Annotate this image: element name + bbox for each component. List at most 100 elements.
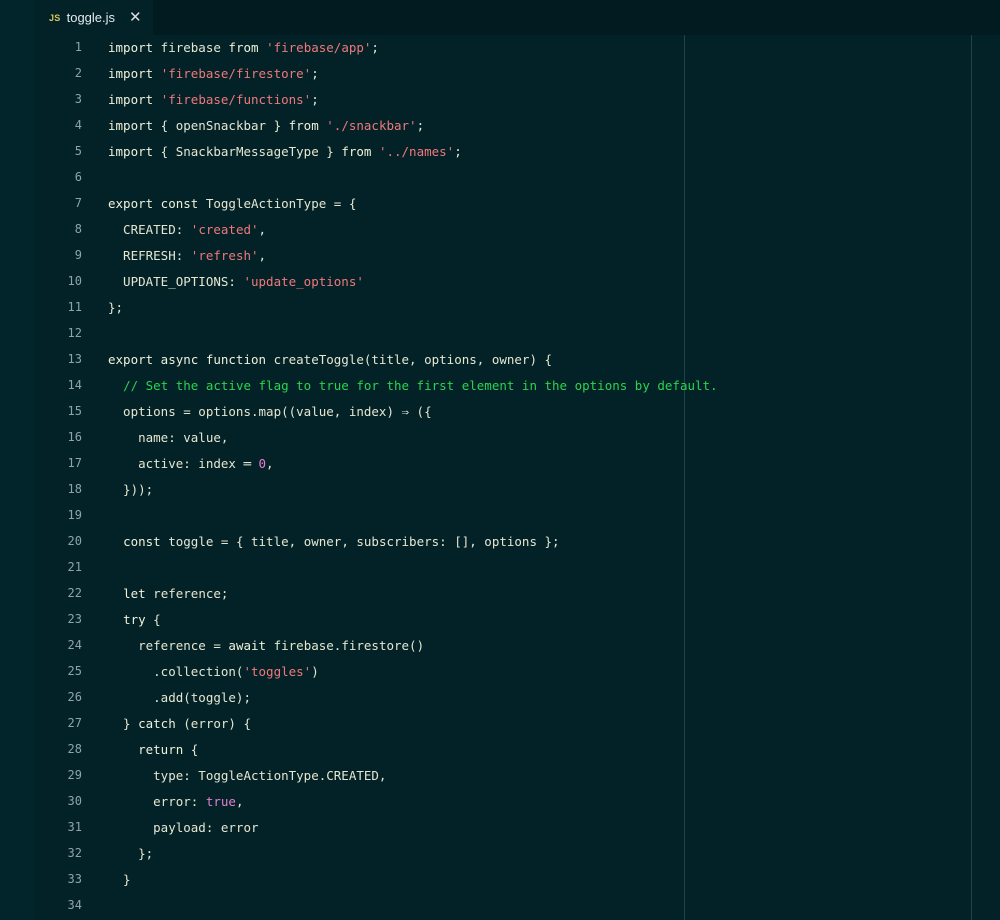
code-token: // Set the active flag to true for the f… <box>123 377 718 393</box>
code-text: import 'firebase/functions'; <box>108 92 319 107</box>
code-line: 12 <box>35 320 1000 346</box>
javascript-file-icon: JS <box>49 12 61 23</box>
code-token: 'firebase/app' <box>266 39 372 55</box>
code-token: return <box>138 741 184 757</box>
code-line: 27 } catch (error) { <box>35 710 1000 736</box>
code-text: const toggle = { title, owner, subscribe… <box>108 534 560 549</box>
code-token: { <box>183 741 199 757</box>
code-line: 29 type: ToggleActionType.CREATED, <box>35 762 1000 788</box>
code-token: firebase.firestore() <box>266 637 425 653</box>
line-number: 21 <box>67 560 82 574</box>
line-number: 20 <box>67 534 82 548</box>
code-text: })); <box>108 482 153 497</box>
code-token: payload: error <box>108 819 259 835</box>
line-number: 1 <box>74 40 82 54</box>
line-number: 16 <box>67 430 82 444</box>
code-text: } <box>108 872 131 887</box>
code-text: }; <box>108 846 153 861</box>
code-line: 8 CREATED: 'created', <box>35 216 1000 242</box>
code-line: 34 <box>35 892 1000 918</box>
code-line: 32 }; <box>35 840 1000 866</box>
line-number: 34 <box>67 898 82 912</box>
code-token: name: value, <box>108 429 229 445</box>
code-token: }; <box>108 299 124 315</box>
line-number: 13 <box>67 352 82 366</box>
code-text: error: true, <box>108 794 243 809</box>
code-text: reference = await firebase.firestore() <box>108 638 424 653</box>
code-token: import <box>108 39 154 55</box>
code-token: { openSnackbar } <box>153 117 289 133</box>
code-text: CREATED: 'created', <box>108 222 266 237</box>
code-line: 11}; <box>35 294 1000 320</box>
code-token: 'firebase/functions' <box>160 91 312 107</box>
close-icon[interactable]: ✕ <box>129 10 142 25</box>
code-token: 0 <box>258 455 267 471</box>
code-line: 33 } <box>35 866 1000 892</box>
code-token: 'refresh' <box>190 247 259 263</box>
code-token: from <box>228 39 259 55</box>
code-token: })); <box>108 481 154 497</box>
code-line: 4 import { openSnackbar } from './snackba… <box>35 112 1000 138</box>
code-editor[interactable]: 1 import firebase from 'firebase/app'; 2 im… <box>35 35 1000 920</box>
line-number: 25 <box>67 664 82 678</box>
code-token: from <box>288 117 319 133</box>
code-token: 'created' <box>190 221 259 237</box>
code-token: let <box>123 585 146 601</box>
code-token: '../names' <box>378 143 455 159</box>
code-token: .collection( <box>108 663 244 679</box>
code-token: (error) { <box>175 715 252 731</box>
code-token: ; <box>311 65 319 81</box>
code-token: { SnackbarMessageType } <box>153 143 342 159</box>
code-token: 'update_options' <box>243 273 364 289</box>
code-line: 9 REFRESH: 'refresh', <box>35 242 1000 268</box>
tab-toggle-js[interactable]: JS toggle.js ✕ <box>35 0 153 35</box>
code-token: ToggleActionType = { <box>198 195 357 211</box>
code-line: 28 return { <box>35 736 1000 762</box>
code-token: catch <box>138 715 176 731</box>
code-token: await <box>228 637 267 653</box>
line-number: 23 <box>67 612 82 626</box>
code-text: } catch (error) { <box>108 716 251 731</box>
code-token: import <box>108 65 154 81</box>
line-number: 33 <box>67 872 82 886</box>
line-number: 10 <box>67 274 82 288</box>
code-line: 5 import { SnackbarMessageType } from '..… <box>35 138 1000 164</box>
activity-bar <box>0 0 36 920</box>
code-token: .add(toggle); <box>108 689 251 705</box>
tab-title: toggle.js <box>66 10 116 25</box>
code-text: export async function createToggle(title… <box>108 352 552 367</box>
code-text: payload: error <box>108 819 259 835</box>
code-token: type: ToggleActionType.CREATED, <box>108 767 387 783</box>
code-text: // Set the active flag to true for the f… <box>108 378 718 393</box>
code-token: , <box>266 455 274 471</box>
code-line: 18 })); <box>35 476 1000 502</box>
code-token: ) <box>311 663 319 679</box>
line-number: 14 <box>67 378 82 392</box>
code-token: export async function <box>108 351 267 367</box>
code-token: ; <box>371 39 379 55</box>
code-line: 2 import 'firebase/firestore'; <box>35 60 1000 86</box>
line-number: 28 <box>67 742 82 756</box>
code-text: active: index ═ 0, <box>108 455 274 471</box>
code-token: reference = <box>108 637 229 653</box>
code-line: 1 import firebase from 'firebase/app'; <box>35 34 1000 60</box>
code-token: from <box>341 143 372 159</box>
code-token: export const <box>108 195 199 211</box>
code-text: return { <box>108 742 198 757</box>
code-token: true <box>205 793 236 809</box>
code-token: } <box>108 715 139 731</box>
line-number: 5 <box>74 144 82 158</box>
line-number: 29 <box>67 768 82 782</box>
code-token: toggle = { title, owner, subscribers: []… <box>160 533 560 549</box>
code-line: 19 <box>35 502 1000 528</box>
line-number: 31 <box>67 820 82 834</box>
line-number: 12 <box>67 326 82 340</box>
code-token: reference; <box>145 585 229 601</box>
code-token: { <box>145 611 161 627</box>
